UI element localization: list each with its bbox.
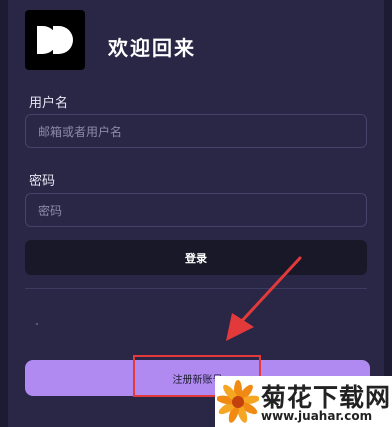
annotation-arrow-icon <box>226 256 302 341</box>
login-button[interactable]: 登录 <box>25 240 367 275</box>
username-input[interactable]: 邮箱或者用户名 <box>25 114 367 148</box>
watermark-banner: 菊花下载网 www.juahar.com <box>215 376 392 427</box>
username-placeholder: 邮箱或者用户名 <box>38 124 123 139</box>
decorative-dot <box>36 323 38 325</box>
login-button-label: 登录 <box>185 251 207 265</box>
username-label: 用户名 <box>29 96 69 111</box>
flower-logo-icon <box>217 380 259 423</box>
left-edge <box>0 0 8 427</box>
password-label: 密码 <box>29 174 56 189</box>
password-input[interactable]: 密码 <box>25 193 367 227</box>
app-logo-icon <box>25 10 85 70</box>
divider <box>25 288 367 289</box>
watermark-url: www.juahar.com <box>261 409 373 423</box>
password-placeholder: 密码 <box>38 203 63 218</box>
page-title: 欢迎回来 <box>108 36 196 60</box>
right-edge <box>384 0 392 427</box>
